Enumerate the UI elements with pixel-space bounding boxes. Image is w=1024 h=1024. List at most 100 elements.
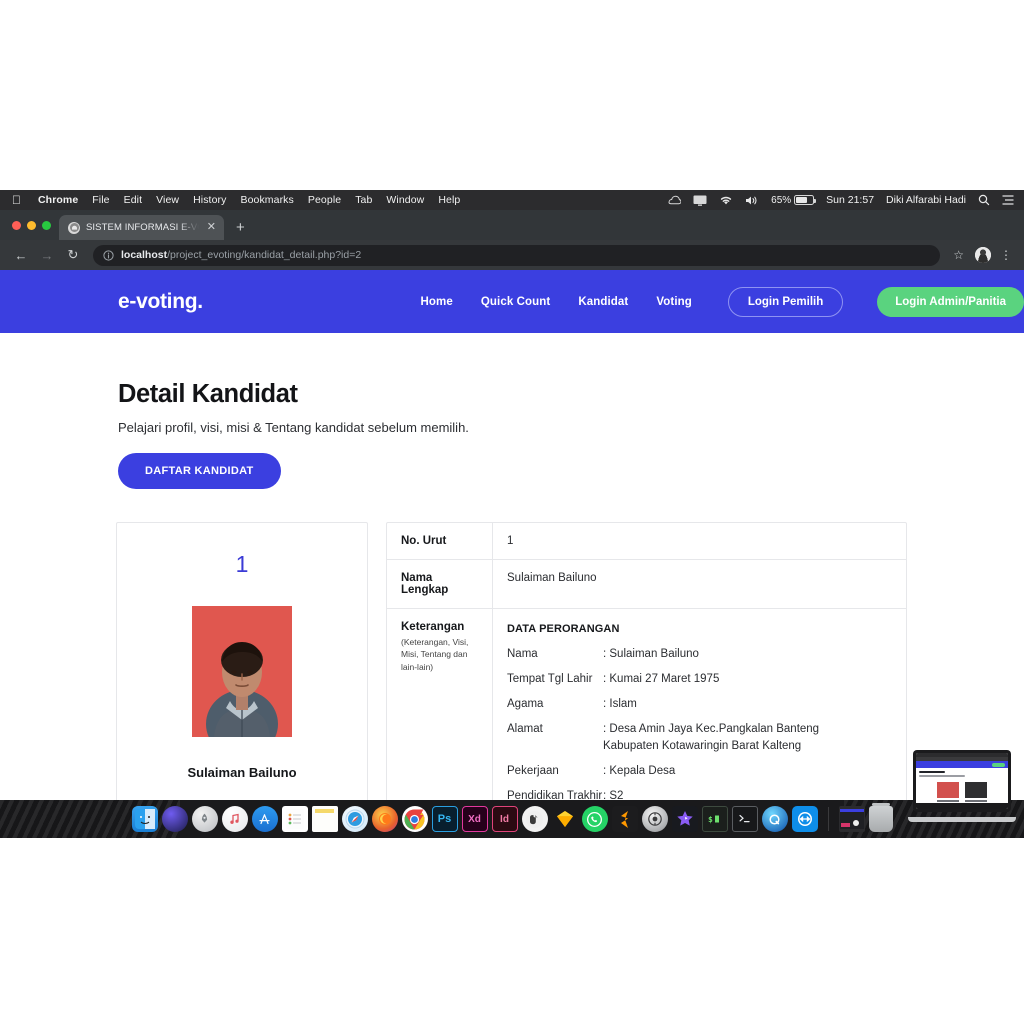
volume-icon[interactable] xyxy=(739,195,765,206)
laptop-preview-thumbnail[interactable] xyxy=(908,750,1016,822)
menu-item-edit[interactable]: Edit xyxy=(117,194,150,206)
sublime-text-icon[interactable] xyxy=(611,806,638,832)
apple-icon[interactable]:  xyxy=(12,194,21,206)
wifi-icon[interactable] xyxy=(713,195,739,206)
close-window-button[interactable] xyxy=(12,220,21,230)
safari-icon[interactable] xyxy=(341,806,368,832)
candidate-portrait-graphic xyxy=(192,606,292,737)
menubar-clock[interactable]: Sun 21:57 xyxy=(820,194,880,206)
reload-icon[interactable]: ↻ xyxy=(60,242,86,268)
star-icon[interactable]: ☆ xyxy=(947,248,970,262)
spotlight-search-icon[interactable] xyxy=(972,194,996,206)
preview-page-title xyxy=(919,771,945,773)
creative-cloud-icon[interactable] xyxy=(662,195,687,206)
login-pemilih-button[interactable]: Login Pemilih xyxy=(727,286,844,317)
site-brand[interactable]: e-voting. xyxy=(118,290,203,314)
menu-item-window[interactable]: Window xyxy=(379,194,431,206)
nav-link-kandidat[interactable]: Kandidat xyxy=(578,296,628,308)
field-tempat-tgl-lahir: Tempat Tgl Lahir : Kumai 27 Maret 1975 xyxy=(507,673,720,685)
whatsapp-icon[interactable] xyxy=(581,806,608,832)
row-label: No. Urut xyxy=(387,523,493,559)
menu-item-chrome[interactable]: Chrome xyxy=(31,194,85,206)
field-agama: Agama : Islam xyxy=(507,698,637,710)
daftar-kandidat-button[interactable]: DAFTAR KANDIDAT xyxy=(118,453,281,489)
dock-items: Ps Xd Id $ xyxy=(131,803,893,832)
svg-text:$: $ xyxy=(708,815,713,824)
field-nama: Nama : Sulaiman Bailuno xyxy=(507,648,699,660)
battery-icon xyxy=(794,195,817,205)
arrow-right-icon[interactable]: → xyxy=(34,242,60,268)
plus-icon[interactable]: + xyxy=(224,220,255,240)
menu-item-file[interactable]: File xyxy=(85,194,116,206)
profile-avatar-icon[interactable] xyxy=(975,247,991,263)
chrome-icon[interactable] xyxy=(401,806,428,832)
trash-icon[interactable] xyxy=(868,803,893,832)
table-row-no-urut: No. Urut 1 xyxy=(387,523,906,560)
menu-item-tab[interactable]: Tab xyxy=(348,194,379,206)
finder-icon[interactable] xyxy=(131,806,158,832)
menu-item-people[interactable]: People xyxy=(301,194,348,206)
nav-link-home[interactable]: Home xyxy=(421,296,453,308)
final-cut-pro-icon[interactable] xyxy=(671,806,698,832)
shell-icon[interactable]: $ xyxy=(701,806,728,832)
tab-title: SISTEM INFORMASI E-VOTING P xyxy=(86,222,199,233)
field-pendidikan-trakhir: Pendidikan Trakhir : S2 xyxy=(507,790,624,800)
launchpad-icon[interactable] xyxy=(191,806,218,832)
arrow-left-icon[interactable]: ← xyxy=(8,242,34,268)
candidate-detail-table: No. Urut 1 Nama Lengkap Sulaiman Bailuno… xyxy=(386,522,907,800)
photoshop-icon[interactable]: Ps xyxy=(431,806,458,832)
keterangan-label: Keterangan xyxy=(401,621,465,633)
table-row-keterangan: Keterangan (Keterangan, Visi, Misi, Tent… xyxy=(387,609,906,800)
keterangan-sublabel: (Keterangan, Visi, Misi, Tentang dan lai… xyxy=(401,637,469,672)
notes-icon[interactable] xyxy=(311,806,338,832)
page-subtitle: Pelajari profil, visi, misi & Tentang ka… xyxy=(118,420,469,435)
firefox-icon[interactable] xyxy=(371,806,398,832)
nav-link-quick-count[interactable]: Quick Count xyxy=(481,296,550,308)
site-navbar: e-voting. Home Quick Count Kandidat Voti… xyxy=(0,270,1024,333)
laptop-screen xyxy=(916,753,1008,809)
preview-login-button xyxy=(992,762,1005,767)
adobe-indesign-icon[interactable]: Id xyxy=(491,806,518,832)
candidate-number: 1 xyxy=(235,551,249,577)
site-nav-links: Home Quick Count Kandidat Voting Login P… xyxy=(421,286,1024,317)
page-info-icon[interactable] xyxy=(103,249,114,261)
candidate-name: Sulaiman Bailuno xyxy=(187,765,297,780)
app-store-icon[interactable] xyxy=(251,806,278,832)
quicktime-icon[interactable] xyxy=(761,806,788,832)
minimize-window-button[interactable] xyxy=(27,220,36,230)
menubar-username[interactable]: Diki Alfarabi Hadi xyxy=(880,194,972,206)
itunes-music-icon[interactable] xyxy=(221,806,248,832)
siri-icon[interactable] xyxy=(161,806,188,832)
battery-status[interactable]: 65% xyxy=(765,195,820,206)
menu-item-history[interactable]: History xyxy=(186,194,233,206)
browser-toolbar: ← → ↻ localhost/project_evoting/kandidat… xyxy=(0,240,1024,270)
maximize-window-button[interactable] xyxy=(42,220,51,230)
browser-tab[interactable]: SISTEM INFORMASI E-VOTING P ✕ xyxy=(59,215,224,240)
preview-site-navbar xyxy=(916,761,1008,768)
menu-item-help[interactable]: Help xyxy=(431,194,467,206)
terminal-icon[interactable] xyxy=(731,806,758,832)
page-header-section: Detail Kandidat Pelajari profil, visi, m… xyxy=(0,333,1024,489)
nav-link-voting[interactable]: Voting xyxy=(656,296,692,308)
chrome-window: SISTEM INFORMASI E-VOTING P ✕ + ← → ↻ lo… xyxy=(0,210,1024,270)
macos-dock: Ps Xd Id $ xyxy=(0,800,1024,838)
evernote-icon[interactable] xyxy=(521,806,548,832)
minimized-window-thumbnail[interactable] xyxy=(838,806,865,832)
sketch-icon[interactable] xyxy=(552,806,578,832)
reminders-icon[interactable] xyxy=(281,806,308,832)
teamviewer-icon[interactable] xyxy=(791,806,818,832)
login-admin-button[interactable]: Login Admin/Panitia xyxy=(877,286,1024,317)
address-bar[interactable]: localhost/project_evoting/kandidat_detai… xyxy=(93,244,941,266)
control-center-icon[interactable] xyxy=(996,195,1024,205)
row-value: 1 xyxy=(507,535,514,547)
menu-item-bookmarks[interactable]: Bookmarks xyxy=(233,194,300,206)
field-pekerjaan: Pekerjaan : Kepala Desa xyxy=(507,765,676,777)
kuler-icon[interactable] xyxy=(641,806,668,832)
kebab-menu-icon[interactable]: ⋮ xyxy=(996,249,1016,261)
menu-item-view[interactable]: View xyxy=(149,194,186,206)
field-alamat: Alamat : Desa Amin Jaya Kec.Pangkalan Ba… xyxy=(507,723,820,752)
adobe-xd-icon[interactable]: Xd xyxy=(461,806,488,832)
display-icon[interactable] xyxy=(687,195,713,206)
close-icon[interactable]: ✕ xyxy=(205,222,218,233)
candidate-card: 1 Sulaiman Bailuno xyxy=(116,522,368,800)
